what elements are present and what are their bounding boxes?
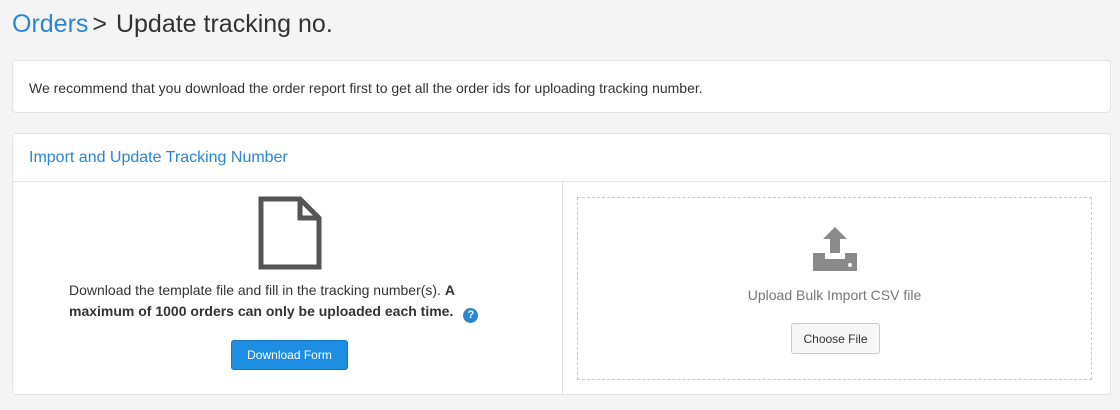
csv-upload-dropzone[interactable]: Upload Bulk Import CSV file Choose File (577, 197, 1092, 380)
download-template-section: Download the template file and fill in t… (13, 182, 563, 394)
upload-icon (813, 227, 857, 271)
panel-title: Import and Update Tracking Number (13, 134, 1110, 182)
breadcrumb-separator: > (92, 10, 108, 38)
breadcrumb-orders-link[interactable]: Orders (12, 10, 88, 38)
download-form-button[interactable]: Download Form (231, 340, 348, 370)
template-description: Download the template file and fill in t… (69, 280, 519, 323)
panel-body: Download the template file and fill in t… (13, 182, 1110, 394)
notice-text: We recommend that you download the order… (29, 80, 703, 96)
choose-file-button[interactable]: Choose File (791, 323, 880, 354)
file-icon (258, 196, 322, 270)
import-tracking-panel: Import and Update Tracking Number Downlo… (12, 133, 1111, 395)
help-icon[interactable]: ? (463, 308, 479, 323)
recommendation-notice: We recommend that you download the order… (12, 60, 1111, 113)
description-text: Download the template file and fill in t… (69, 282, 441, 298)
page-header: Orders > Update tracking no. (12, 8, 333, 40)
upload-instruction: Upload Bulk Import CSV file (747, 287, 922, 303)
page-title: Update tracking no. (115, 10, 333, 38)
